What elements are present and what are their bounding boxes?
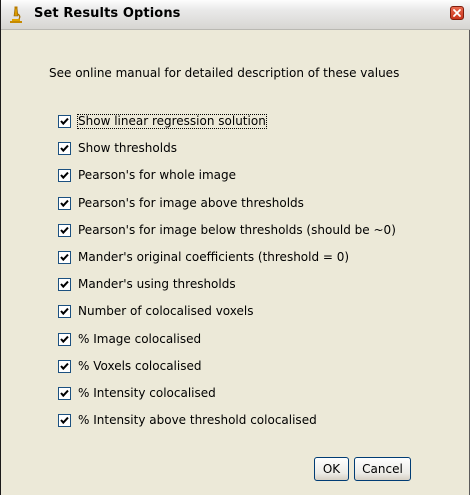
ok-button[interactable]: OK	[314, 457, 349, 481]
option-label: Pearson's for whole image	[78, 167, 237, 182]
cancel-button[interactable]: Cancel	[354, 457, 411, 481]
option-row[interactable]: % Intensity above threshold colocalised	[58, 412, 318, 428]
option-label: % Intensity colocalised	[78, 385, 216, 400]
option-row[interactable]: % Voxels colocalised	[58, 358, 202, 374]
option-label: Pearson's for image below thresholds (sh…	[78, 222, 396, 237]
checkmark-icon	[60, 362, 69, 370]
close-button[interactable]	[450, 6, 464, 20]
option-row[interactable]: % Image colocalised	[58, 331, 202, 347]
option-row[interactable]: Pearson's for whole image	[58, 167, 237, 183]
checkmark-icon	[60, 226, 69, 234]
option-label: % Intensity above threshold colocalised	[78, 412, 317, 427]
option-row[interactable]: Mander's using thresholds	[58, 276, 237, 292]
option-label: Mander's original coefficients (threshol…	[78, 249, 350, 264]
checkmark-icon	[60, 171, 69, 179]
title-bar[interactable]: Set Results Options	[1, 0, 470, 30]
option-row[interactable]: Mander's original coefficients (threshol…	[58, 249, 350, 265]
option-checkbox[interactable]	[58, 277, 71, 291]
option-label: % Voxels colocalised	[78, 358, 202, 373]
option-row[interactable]: Show thresholds	[58, 140, 178, 156]
checkmark-icon	[60, 335, 69, 343]
option-checkbox[interactable]	[58, 250, 71, 264]
option-row[interactable]: Show linear regression solution	[58, 113, 267, 129]
description-text: See online manual for detailed descripti…	[49, 66, 400, 80]
close-icon	[453, 9, 461, 17]
option-checkbox[interactable]	[58, 359, 71, 373]
option-row[interactable]: % Intensity colocalised	[58, 385, 217, 401]
option-label: Number of colocalised voxels	[78, 303, 254, 318]
option-checkbox[interactable]	[58, 223, 71, 237]
option-label: % Image colocalised	[78, 331, 202, 346]
checkmark-icon	[60, 307, 69, 315]
option-checkbox[interactable]	[58, 168, 71, 182]
option-checkbox[interactable]	[58, 114, 71, 128]
option-checkbox[interactable]	[58, 196, 71, 210]
option-checkbox[interactable]	[58, 304, 71, 318]
dialog-title: Set Results Options	[34, 6, 181, 21]
checkmark-icon	[60, 199, 69, 207]
option-label: Show thresholds	[78, 140, 177, 155]
set-results-options-dialog: Set Results Options See online manual fo…	[0, 0, 470, 495]
option-checkbox[interactable]	[58, 141, 71, 155]
checkmark-icon	[60, 389, 69, 397]
checkmark-icon	[60, 416, 69, 424]
checkmark-icon	[60, 144, 69, 152]
option-label: Show linear regression solution	[77, 113, 267, 129]
option-label: Pearson's for image above thresholds	[78, 195, 304, 210]
microscope-icon	[8, 6, 24, 24]
option-row[interactable]: Pearson's for image below thresholds (sh…	[58, 222, 397, 238]
option-checkbox[interactable]	[58, 332, 71, 346]
option-row[interactable]: Number of colocalised voxels	[58, 303, 254, 319]
checkmark-icon	[60, 280, 69, 288]
option-row[interactable]: Pearson's for image above thresholds	[58, 195, 305, 211]
checkmark-icon	[60, 253, 69, 261]
checkmark-icon	[60, 117, 69, 125]
option-label: Mander's using thresholds	[78, 276, 236, 291]
option-checkbox[interactable]	[58, 413, 71, 427]
option-checkbox[interactable]	[58, 386, 71, 400]
